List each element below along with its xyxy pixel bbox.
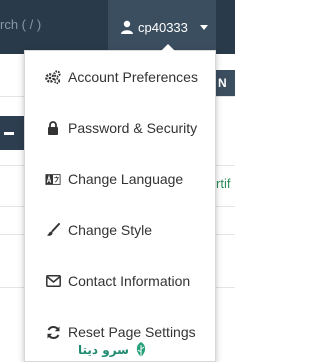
background-tab[interactable]: N [216,70,235,96]
menu-item-label: Reset Page Settings [68,324,196,340]
menu-item-change-language[interactable]: Change Language [45,169,183,189]
gears-icon [45,69,61,85]
search-field[interactable]: rch ( / ) [0,17,41,32]
menu-item-label: Password & Security [68,120,198,136]
minus-icon [4,132,14,135]
leaf-logo-icon [136,342,146,357]
username-label: cp40333 [138,19,188,35]
watermark: سرو دیتا [78,341,149,359]
paintbrush-icon [45,222,61,238]
watermark-text: سرو دیتا [78,343,129,357]
refresh-icon [45,324,61,340]
topbar-right-item[interactable] [221,16,235,36]
language-icon [45,171,61,187]
user-dropdown-menu: Account Preferences Password & Security … [24,44,216,362]
user-icon [121,20,133,34]
menu-item-reset-page-settings[interactable]: Reset Page Settings [45,322,196,342]
top-navbar: rch ( / ) cp40333 [0,0,235,54]
menu-item-label: Contact Information [68,273,191,289]
background-link-text[interactable]: rtif [216,176,230,191]
caret-down-icon [199,24,208,30]
menu-item-account-preferences[interactable]: Account Preferences [45,67,198,87]
menu-item-label: Account Preferences [68,69,198,85]
envelope-icon [45,273,61,289]
background-collapse-button[interactable] [0,116,26,150]
menu-item-change-style[interactable]: Change Style [45,220,152,240]
menu-item-label: Change Language [68,171,184,187]
menu-item-label: Change Style [68,222,153,238]
lock-icon [45,120,61,136]
menu-item-contact-information[interactable]: Contact Information [45,271,190,291]
menu-item-password-security[interactable]: Password & Security [45,118,197,138]
